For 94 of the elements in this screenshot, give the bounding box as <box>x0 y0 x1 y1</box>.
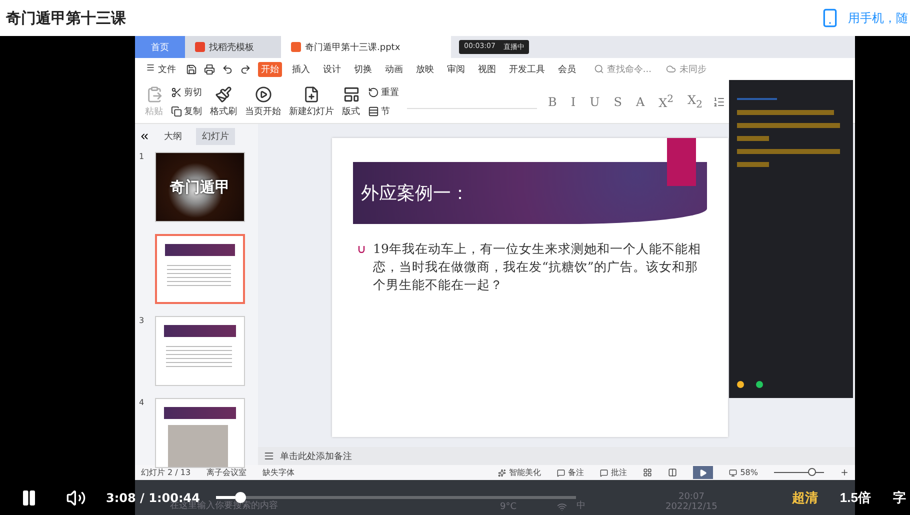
zoom-in-icon <box>840 468 849 477</box>
slide-thumbnail[interactable] <box>155 398 245 468</box>
fit-screen-icon <box>729 468 738 476</box>
collapse-icon <box>139 130 150 142</box>
seek-progress[interactable] <box>216 496 235 499</box>
list-icon <box>713 96 726 108</box>
status-button[interactable]: 智能美化 <box>498 467 542 478</box>
menu-icon <box>146 62 155 72</box>
copy-icon <box>171 106 182 116</box>
cloud-icon <box>666 64 676 74</box>
ribbon-button[interactable]: 节 <box>368 104 399 118</box>
save-icon <box>186 64 197 74</box>
slide-number: 3 <box>139 316 146 325</box>
pane-tab[interactable]: 大纲 <box>158 128 188 144</box>
pane-tab[interactable]: 幻灯片 <box>196 128 235 144</box>
slide-thumbnail[interactable] <box>155 316 245 386</box>
brush-icon <box>215 86 232 102</box>
format-button[interactable]: B <box>545 94 560 108</box>
volume-button[interactable] <box>66 488 86 508</box>
quality-button[interactable]: 超清 <box>792 488 818 506</box>
play-icon <box>254 86 272 102</box>
section-icon <box>368 106 379 116</box>
ribbon-button[interactable]: 复制 <box>171 104 202 118</box>
redo-icon <box>240 64 251 74</box>
window-tab[interactable]: 找稻壳模板 <box>185 36 281 58</box>
zoom-thumb[interactable] <box>808 468 816 476</box>
new-slide-icon <box>303 86 320 102</box>
search-icon <box>594 64 604 74</box>
print-icon <box>204 64 215 74</box>
accent-block <box>667 138 696 186</box>
network-icon <box>556 502 567 512</box>
menu-tab[interactable]: 插入 <box>288 62 313 76</box>
reaction-dot[interactable] <box>756 381 763 388</box>
ribbon-button[interactable]: 重置 <box>368 86 399 98</box>
slide-title: 外应案例一： <box>361 182 469 205</box>
sync-status[interactable]: 未同步 <box>666 62 706 76</box>
reset-icon <box>368 86 379 98</box>
command-search[interactable]: 查找命令... <box>594 62 652 76</box>
status-item[interactable]: 缺失字体 <box>262 467 295 478</box>
ribbon-button[interactable]: 新建幻灯片 <box>289 86 334 118</box>
format-button[interactable]: S <box>610 94 625 108</box>
layout-icon <box>342 86 360 102</box>
notes-field[interactable]: 单击此处添加备注 <box>258 447 855 465</box>
slide-thumbnail[interactable] <box>155 234 245 304</box>
format-button[interactable]: I <box>568 94 579 108</box>
slide-number: 4 <box>139 398 146 407</box>
ribbon-button[interactable]: 版式 <box>342 86 360 118</box>
format-button[interactable]: X$_{2}$ <box>684 92 706 110</box>
status-item[interactable]: 离子会议室 <box>206 467 247 478</box>
ribbon-button[interactable]: 剪切 <box>171 86 202 98</box>
format-button[interactable]: X$^{2}$ <box>656 94 677 110</box>
comment-icon <box>600 468 608 476</box>
bullet-icon <box>358 245 365 253</box>
slide-number: 1 <box>139 152 146 161</box>
subtitle-button[interactable]: 字 <box>893 488 906 506</box>
zoom-level[interactable]: 58% <box>729 468 758 477</box>
menu-tab[interactable]: 切换 <box>350 62 375 76</box>
lines-icon <box>264 451 274 461</box>
format-button[interactable]: U <box>586 94 603 108</box>
menu-tab[interactable]: 动画 <box>382 62 406 76</box>
pause-button[interactable] <box>20 488 38 506</box>
weather-text: 9°C <box>500 502 517 512</box>
reading-view-icon <box>668 468 678 477</box>
comment-icon <box>557 468 566 476</box>
paste-icon <box>146 86 162 102</box>
file-menu[interactable]: 文件 <box>143 62 179 76</box>
sparkle-icon <box>498 468 506 476</box>
ribbon-button[interactable]: 格式刷 <box>210 86 237 118</box>
clock-date: 2022/12/15 <box>666 502 718 512</box>
slide-thumbnail[interactable]: 奇门遁甲 <box>155 152 245 222</box>
clock-time: 20:07 <box>678 492 704 502</box>
format-button[interactable]: A <box>632 94 648 108</box>
menu-tab[interactable]: 会员 <box>554 62 579 76</box>
reaction-dot[interactable] <box>737 381 744 388</box>
slide-counter: 幻灯片 2 / 13 <box>141 467 191 478</box>
window-tab[interactable]: 奇门遁甲第十三课.pptx <box>281 36 451 58</box>
status-button[interactable]: 备注 <box>557 467 584 478</box>
menu-tab[interactable]: 审阅 <box>444 62 468 76</box>
play-icon <box>699 468 708 476</box>
template-icon <box>195 42 205 52</box>
menu-tab[interactable]: 开发工具 <box>506 62 548 76</box>
slide-body: 19年我在动车上，有一位女生来求测她和一个人能不能相恋，当时我在做微商，我在发“抗糖饮”的广告。该女和那个男生能不能在一起？ <box>373 240 702 294</box>
menu-tab[interactable]: 放映 <box>412 62 437 76</box>
undo-icon <box>222 64 233 74</box>
menu-tab[interactable]: 视图 <box>474 62 499 76</box>
menu-tab[interactable]: 设计 <box>320 62 344 76</box>
page-title: 奇门遁甲第十三课 <box>6 8 126 28</box>
scissors-icon <box>171 86 182 98</box>
grid-view-icon <box>643 468 652 477</box>
slides-file-icon <box>291 42 301 52</box>
status-button[interactable]: 批注 <box>600 467 628 478</box>
speed-button[interactable]: 1.5倍 <box>840 488 871 506</box>
ribbon-button[interactable]: 当页开始 <box>245 86 281 118</box>
slideshow-button[interactable] <box>693 466 714 479</box>
